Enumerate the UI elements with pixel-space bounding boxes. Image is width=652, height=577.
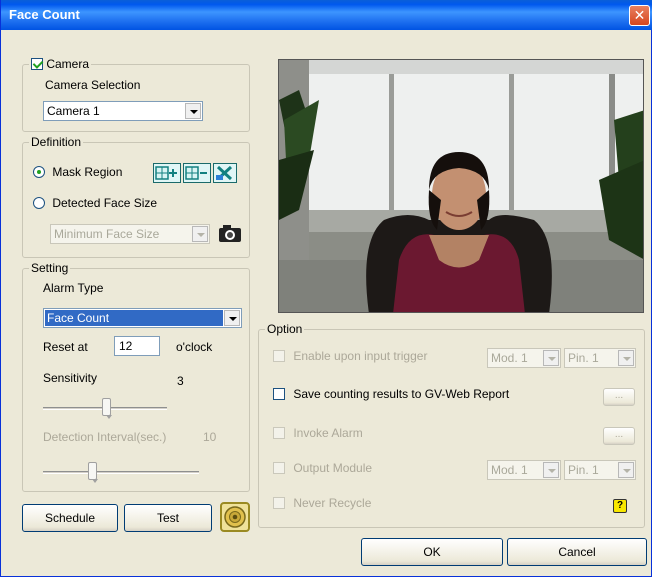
input-trigger-pin-value: Pin. 1 [568,351,599,365]
camera-preview-image [279,60,643,312]
reset-at-label: Reset at [43,340,88,354]
camera-icon [219,225,241,242]
chevron-down-icon[interactable] [192,226,208,242]
speaker-icon [224,506,246,528]
title-bar[interactable]: Face Count ✕ [1,0,652,30]
input-trigger-pin-select[interactable]: Pin. 1 [564,348,636,368]
output-module-label: Output Module [293,461,373,475]
mask-region-radio[interactable] [33,166,45,178]
face-count-dialog: Face Count ✕ Camera Camera Selection Cam… [0,0,652,577]
alarm-type-select[interactable]: Face Count [43,308,242,328]
mask-clear-icon [216,165,233,181]
cancel-button[interactable]: Cancel [507,538,647,566]
help-button[interactable]: ? [613,499,627,513]
output-module-option[interactable]: Output Module [273,461,372,475]
output-module-mod-value: Mod. 1 [491,463,528,477]
camera-preview [278,59,644,313]
alarm-type-select-value: Face Count [45,310,223,326]
camera-selection-label: Camera Selection [45,78,141,92]
never-recycle-label: Never Recycle [293,496,372,510]
snapshot-button[interactable] [217,224,243,244]
invoke-alarm-label: Invoke Alarm [293,426,363,440]
mask-region-option[interactable]: Mask Region [33,165,122,179]
output-module-pin-value: Pin. 1 [568,463,599,477]
mask-region-label: Mask Region [52,165,123,179]
invoke-alarm-settings-button[interactable]: ... [603,427,635,445]
chevron-down-icon[interactable] [618,462,634,478]
camera-checkbox[interactable] [31,58,43,70]
detection-interval-slider-track[interactable] [43,471,199,474]
clear-mask-button[interactable] [213,163,237,183]
camera-select[interactable]: Camera 1 [43,101,203,121]
reset-suffix-label: o'clock [176,340,213,354]
close-button[interactable]: ✕ [629,5,650,26]
save-counting-settings-button[interactable]: ... [603,388,635,406]
reset-at-input[interactable]: 12 [114,336,160,356]
close-icon: ✕ [633,7,646,23]
detection-interval-slider-handle[interactable] [88,462,98,483]
camera-select-value: Camera 1 [47,104,100,118]
camera-checkbox-label: Camera [46,57,90,71]
enable-input-trigger-option[interactable]: Enable upon input trigger [273,349,427,363]
sensitivity-label: Sensitivity [43,371,98,385]
chevron-down-icon[interactable] [543,462,559,478]
enable-input-trigger-label: Enable upon input trigger [293,349,428,363]
detected-face-size-option[interactable]: Detected Face Size [33,196,157,210]
never-recycle-option[interactable]: Never Recycle [273,496,371,510]
detected-face-size-radio[interactable] [33,197,45,209]
sensitivity-slider-handle[interactable] [102,398,112,419]
mask-remove-icon [185,166,207,180]
input-trigger-mod-select[interactable]: Mod. 1 [487,348,561,368]
save-counting-checkbox[interactable] [273,388,285,400]
sensitivity-value: 3 [177,374,184,388]
face-size-select[interactable]: Minimum Face Size [50,224,210,244]
save-counting-option[interactable]: Save counting results to GV-Web Report [273,387,509,401]
chevron-down-icon[interactable] [185,103,201,119]
detection-interval-value: 10 [203,430,217,444]
test-button[interactable]: Test [124,504,212,532]
detected-face-size-label: Detected Face Size [52,196,158,210]
input-trigger-mod-value: Mod. 1 [491,351,528,365]
save-counting-label: Save counting results to GV-Web Report [293,387,510,401]
definition-legend: Definition [31,135,82,149]
never-recycle-checkbox[interactable] [273,497,285,509]
chevron-down-icon[interactable] [224,310,240,326]
output-module-pin-select[interactable]: Pin. 1 [564,460,636,480]
chevron-down-icon[interactable] [618,350,634,366]
remove-mask-button[interactable] [183,163,211,183]
invoke-alarm-option[interactable]: Invoke Alarm [273,426,363,440]
ok-button[interactable]: OK [361,538,503,566]
setting-legend: Setting [31,261,69,275]
add-mask-button[interactable] [153,163,181,183]
camera-legend[interactable]: Camera [29,58,91,70]
detection-interval-label: Detection Interval(sec.) [43,430,167,444]
alarm-type-label: Alarm Type [43,281,104,295]
enable-input-trigger-checkbox[interactable] [273,350,285,362]
output-module-checkbox[interactable] [273,462,285,474]
schedule-button[interactable]: Schedule [22,504,118,532]
chevron-down-icon[interactable] [543,350,559,366]
audio-button[interactable] [220,502,250,532]
face-size-select-value: Minimum Face Size [54,227,160,241]
output-module-mod-select[interactable]: Mod. 1 [487,460,561,480]
option-legend: Option [267,322,303,336]
mask-add-icon [155,166,177,180]
window-title: Face Count [9,7,80,22]
invoke-alarm-checkbox[interactable] [273,427,285,439]
help-icon: ? [616,500,624,511]
